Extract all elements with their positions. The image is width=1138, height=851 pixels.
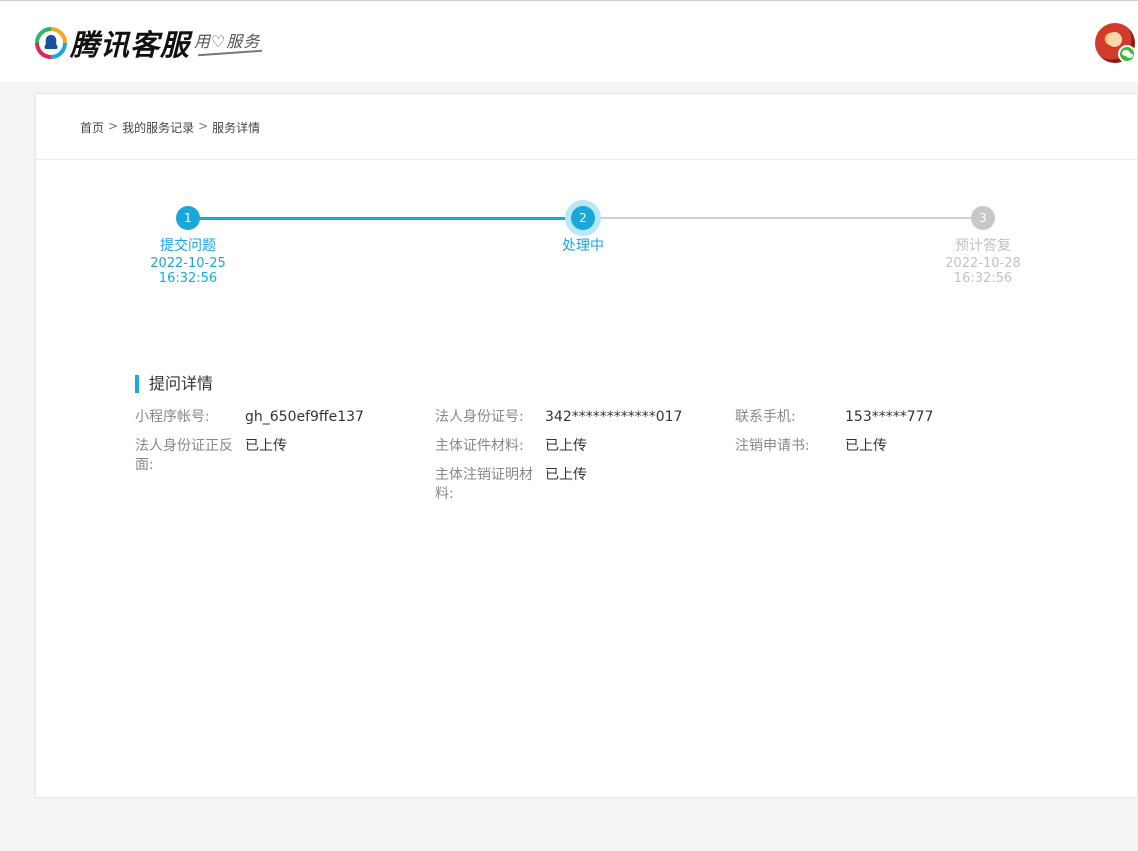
logo-icon xyxy=(35,27,67,59)
detail-value: 已上传 xyxy=(845,438,887,454)
top-header: 腾讯客服 用♡服务 xyxy=(0,0,1138,82)
detail-label: 主体证件材料: xyxy=(435,438,524,454)
step-3-marker: 3 xyxy=(971,206,995,230)
wechat-icon xyxy=(1118,45,1136,63)
service-detail-card: 首页 > 我的服务记录 > 服务详情 1 2 3 提交问题 2022-10-25… xyxy=(35,93,1138,798)
detail-value: 已上传 xyxy=(545,438,587,454)
detail-entity-cancellation-proof: 主体注销证明材料: 已上传 xyxy=(435,466,587,504)
step-3-title: 预计答复 xyxy=(955,238,1011,254)
detail-label: 注销申请书: xyxy=(735,438,810,454)
step-3-label: 预计答复 2022-10-28 16:32:56 xyxy=(923,238,1043,287)
detail-label: 法人身份证正反面: xyxy=(135,438,233,473)
tencent-kefu-logo[interactable]: 腾讯客服 用♡服务 xyxy=(34,23,260,63)
step-1-title: 提交问题 xyxy=(160,238,216,254)
detail-value: 已上传 xyxy=(545,467,587,483)
step-2-title: 处理中 xyxy=(562,238,604,254)
detail-legal-id-number: 法人身份证号: 342************017 xyxy=(435,408,682,427)
detail-contact-phone: 联系手机: 153*****777 xyxy=(735,408,933,427)
step-3-date: 2022-10-28 xyxy=(945,256,1021,271)
progress-steps: 1 2 3 提交问题 2022-10-25 16:32:56 处理中 预计答复 … xyxy=(36,94,1137,394)
logo-text: 腾讯客服 xyxy=(70,28,191,62)
detail-label: 主体注销证明材料: xyxy=(435,467,533,502)
detail-value: 153*****777 xyxy=(845,409,934,425)
step-1-date: 2022-10-25 xyxy=(150,256,226,271)
detail-value: 342************017 xyxy=(545,409,683,425)
progress-track-pending xyxy=(600,217,984,219)
detail-value: gh_650ef9ffe137 xyxy=(245,409,364,425)
progress-track-completed xyxy=(189,217,582,220)
detail-label: 小程序帐号: xyxy=(135,409,210,425)
step-2-label: 处理中 xyxy=(523,239,643,256)
step-2-marker: 2 xyxy=(571,206,595,230)
detail-legal-id-card: 法人身份证正反面: 已上传 xyxy=(135,437,287,475)
detail-entity-certificate: 主体证件材料: 已上传 xyxy=(435,437,587,456)
section-title: 提问详情 xyxy=(135,375,213,393)
detail-value: 已上传 xyxy=(245,438,287,454)
logo-slogan: 用♡服务 xyxy=(194,32,261,51)
step-1-time: 16:32:56 xyxy=(158,271,218,286)
detail-cancellation-application: 注销申请书: 已上传 xyxy=(735,437,887,456)
detail-miniprogram-account: 小程序帐号: gh_650ef9ffe137 xyxy=(135,408,364,427)
detail-label: 法人身份证号: xyxy=(435,409,524,425)
detail-label: 联系手机: xyxy=(735,409,796,425)
step-1-marker: 1 xyxy=(176,206,200,230)
avatar-face xyxy=(1107,32,1122,47)
step-3-time: 16:32:56 xyxy=(953,271,1013,286)
step-1-label: 提交问题 2022-10-25 16:32:56 xyxy=(128,238,248,287)
